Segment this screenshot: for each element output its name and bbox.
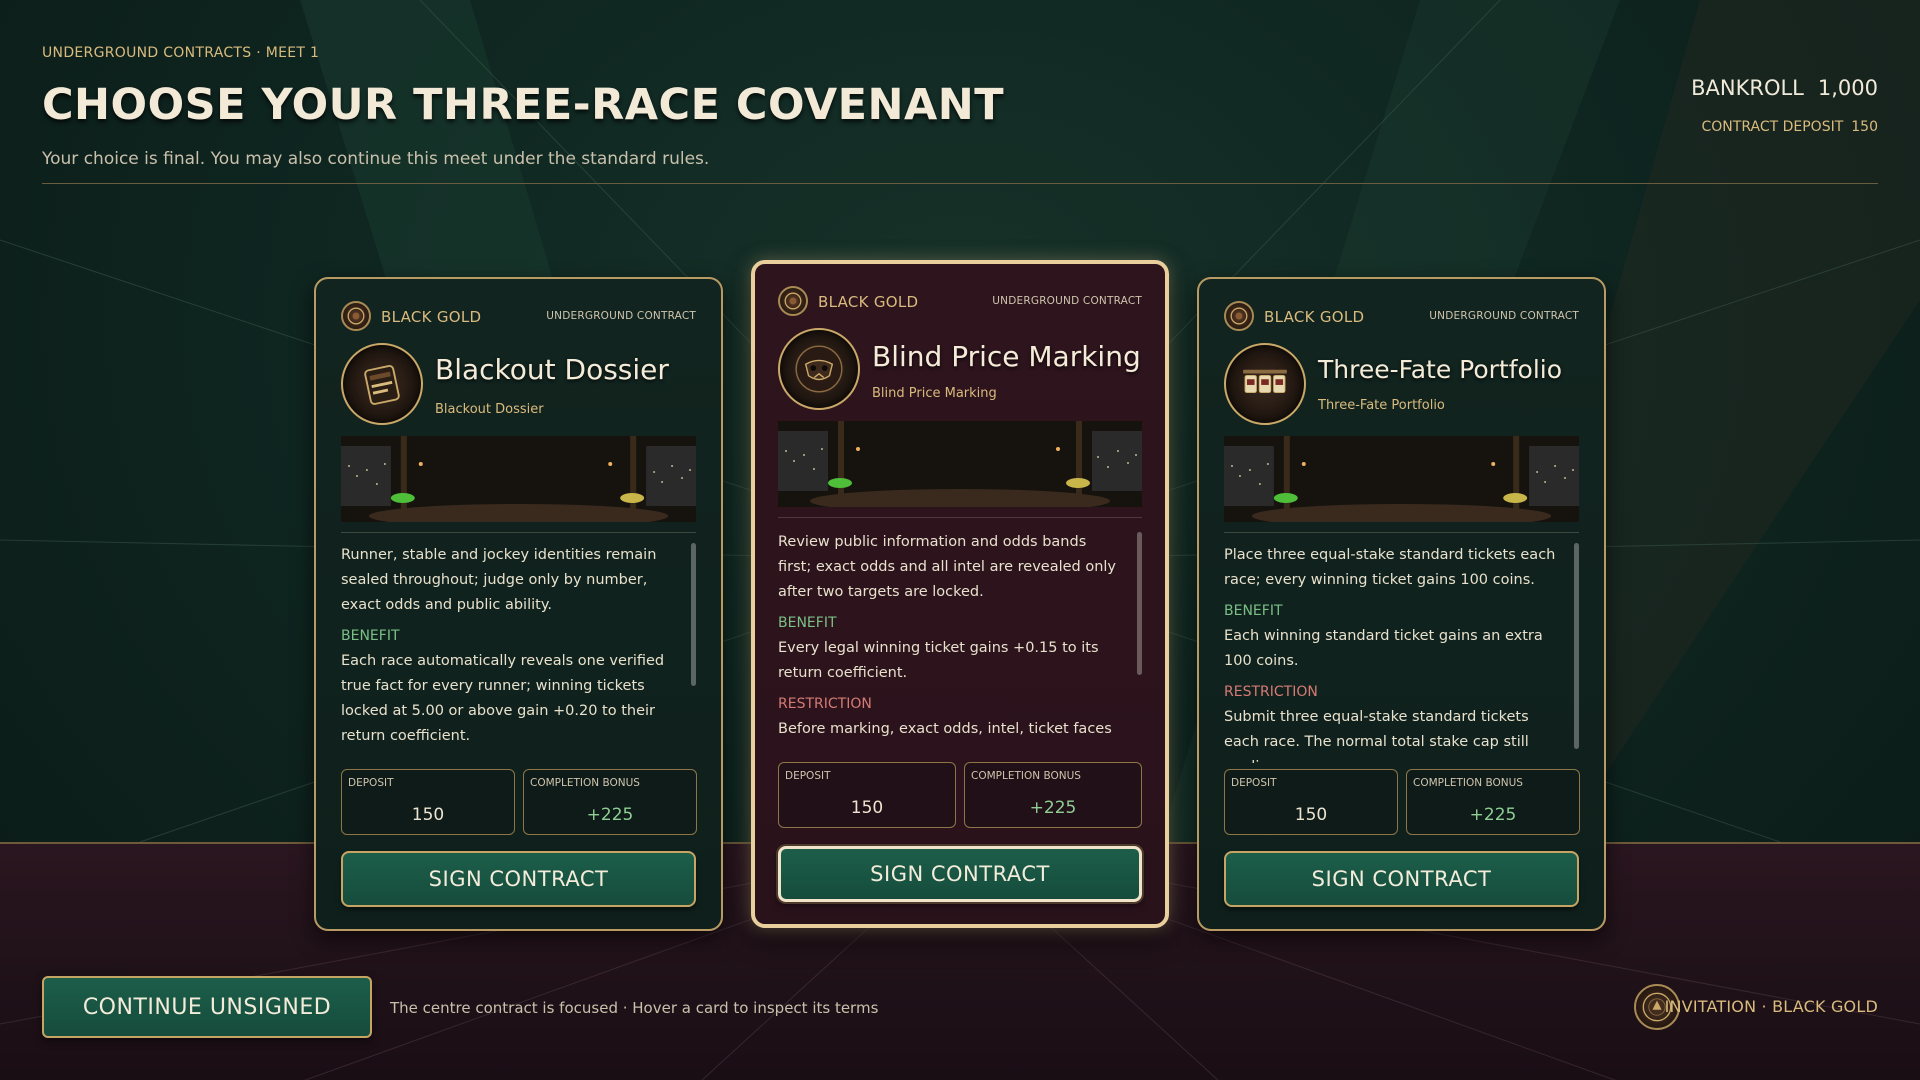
- card-title: Three-Fate Portfolio: [1318, 355, 1563, 384]
- header-divider: [42, 183, 1878, 184]
- deposit-value: 150: [411, 805, 445, 825]
- benefit-text: Every legal winning ticket gains +0.15 t…: [778, 640, 1099, 681]
- contract-card-blackout-dossier[interactable]: BLACK GOLD UNDERGROUND CONTRACT Blackout…: [314, 277, 723, 931]
- deposit-label: DEPOSIT: [1231, 777, 1277, 789]
- card-contract-type: UNDERGROUND CONTRACT: [992, 295, 1142, 307]
- card-scene-image: [778, 421, 1142, 507]
- card-description: Runner, stable and jockey identities rem…: [341, 547, 657, 613]
- benefit-label: BENEFIT: [341, 628, 400, 644]
- black-gold-seal-icon: [341, 301, 371, 331]
- deposit-box: DEPOSIT 150: [341, 769, 515, 835]
- sign-contract-button[interactable]: SIGN CONTRACT: [341, 851, 696, 907]
- dossier-icon: [341, 343, 423, 425]
- page-title: CHOOSE YOUR THREE-RACE COVENANT: [42, 80, 1005, 130]
- benefit-label: BENEFIT: [1224, 603, 1283, 619]
- completion-bonus-label: COMPLETION BONUS: [1413, 777, 1523, 789]
- restriction-text: Before marking, exact odds, intel, ticke…: [778, 721, 1112, 737]
- card-subtitle: Blackout Dossier: [435, 402, 544, 417]
- terms-scrollbar[interactable]: [1137, 532, 1142, 675]
- card-brand: BLACK GOLD: [381, 308, 482, 326]
- deposit-label: DEPOSIT: [348, 777, 394, 789]
- card-divider: [1224, 532, 1579, 533]
- card-brand: BLACK GOLD: [818, 293, 919, 311]
- card-divider: [341, 532, 696, 533]
- completion-bonus-box: COMPLETION BONUS +225: [964, 762, 1142, 828]
- deposit-value: 150: [850, 798, 884, 818]
- bankroll-value: 1,000: [1817, 76, 1878, 100]
- invitation-label: INVITATION · BLACK GOLD: [1664, 997, 1878, 1016]
- card-brand-row: BLACK GOLD UNDERGROUND CONTRACT: [778, 286, 1142, 318]
- card-terms[interactable]: Runner, stable and jockey identities rem…: [341, 543, 678, 763]
- focus-hint: The centre contract is focused · Hover a…: [390, 999, 879, 1017]
- terms-scrollbar[interactable]: [691, 543, 696, 686]
- card-contract-type: UNDERGROUND CONTRACT: [546, 310, 696, 322]
- completion-bonus-box: COMPLETION BONUS +225: [1406, 769, 1580, 835]
- sign-contract-button[interactable]: SIGN CONTRACT: [1224, 851, 1579, 907]
- card-brand-row: BLACK GOLD UNDERGROUND CONTRACT: [341, 301, 696, 333]
- card-terms[interactable]: Review public information and odds bands…: [778, 530, 1124, 748]
- restriction-text: Submit three equal-stake standard ticket…: [1224, 709, 1529, 763]
- deposit-label: DEPOSIT: [785, 770, 831, 782]
- deposit-box: DEPOSIT 150: [1224, 769, 1398, 835]
- benefit-text: Each winning standard ticket gains an ex…: [1224, 628, 1543, 669]
- completion-bonus-box: COMPLETION BONUS +225: [523, 769, 697, 835]
- black-gold-seal-icon: [1224, 301, 1254, 331]
- card-scene-image: [1224, 436, 1579, 522]
- page-subtitle: Your choice is final. You may also conti…: [42, 149, 710, 169]
- card-description: Review public information and odds bands…: [778, 534, 1117, 600]
- card-title: Blind Price Marking: [872, 340, 1141, 373]
- contract-deposit-value: 150: [1851, 119, 1878, 135]
- card-description: Place three equal-stake standard tickets…: [1224, 547, 1556, 588]
- card-brand: BLACK GOLD: [1264, 308, 1365, 326]
- benefit-label: BENEFIT: [778, 615, 837, 631]
- sign-contract-button[interactable]: SIGN CONTRACT: [778, 846, 1142, 902]
- three-tickets-icon: [1224, 343, 1306, 425]
- restriction-label: RESTRICTION: [778, 696, 872, 712]
- completion-bonus-value: +225: [1469, 805, 1517, 825]
- deposit-box: DEPOSIT 150: [778, 762, 956, 828]
- card-divider: [778, 517, 1142, 518]
- completion-bonus-label: COMPLETION BONUS: [530, 777, 640, 789]
- completion-bonus-value: +225: [1029, 798, 1077, 818]
- continue-unsigned-button[interactable]: CONTINUE UNSIGNED: [42, 976, 372, 1038]
- contract-deposit-label: CONTRACT DEPOSIT: [1701, 119, 1844, 135]
- completion-bonus-value: +225: [586, 805, 634, 825]
- completion-bonus-label: COMPLETION BONUS: [971, 770, 1081, 782]
- card-brand-row: BLACK GOLD UNDERGROUND CONTRACT: [1224, 301, 1579, 333]
- card-scene-image: [341, 436, 696, 522]
- restriction-label: RESTRICTION: [1224, 684, 1318, 700]
- card-contract-type: UNDERGROUND CONTRACT: [1429, 310, 1579, 322]
- black-gold-seal-icon: [778, 286, 808, 316]
- terms-scrollbar[interactable]: [1574, 543, 1579, 749]
- bankroll-label: BANKROLL: [1691, 76, 1804, 100]
- bankroll-display: BANKROLL 1,000: [1691, 76, 1878, 100]
- card-subtitle: Blind Price Marking: [872, 386, 997, 401]
- masked-face-icon: [778, 328, 860, 410]
- breadcrumb: UNDERGROUND CONTRACTS · MEET 1: [42, 45, 320, 61]
- card-terms[interactable]: Place three equal-stake standard tickets…: [1224, 543, 1561, 763]
- card-subtitle: Three-Fate Portfolio: [1318, 398, 1445, 413]
- deposit-value: 150: [1294, 805, 1328, 825]
- contract-card-three-fate-portfolio[interactable]: BLACK GOLD UNDERGROUND CONTRACT Three-Fa…: [1197, 277, 1606, 931]
- contract-deposit-display: CONTRACT DEPOSIT 150: [1702, 119, 1878, 135]
- card-title: Blackout Dossier: [435, 353, 669, 386]
- benefit-text: Each race automatically reveals one veri…: [341, 653, 665, 744]
- contract-card-blind-price-marking[interactable]: BLACK GOLD UNDERGROUND CONTRACT Blind Pr…: [751, 260, 1169, 928]
